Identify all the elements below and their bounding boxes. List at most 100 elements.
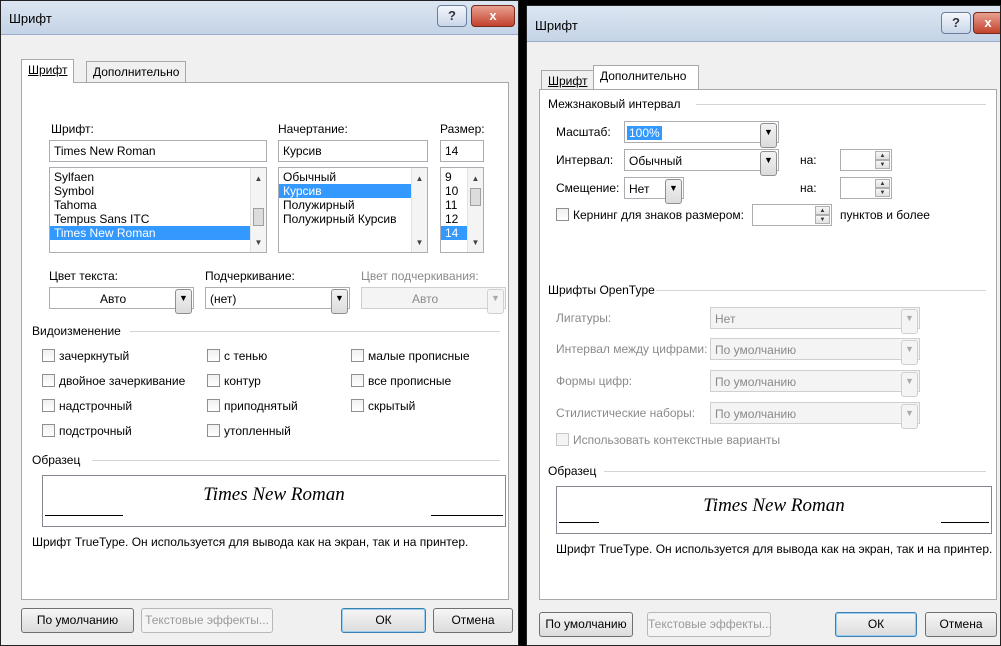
font-label: Шрифт: bbox=[51, 122, 94, 136]
size-list-item-selected[interactable]: 14 bbox=[441, 226, 467, 240]
close-button[interactable]: x bbox=[471, 5, 515, 27]
shadow-label: с тенью bbox=[224, 349, 268, 363]
subscript-checkbox[interactable]: подстрочный bbox=[42, 424, 132, 438]
all-caps-checkbox[interactable]: все прописные bbox=[351, 374, 451, 388]
superscript-checkbox[interactable]: надстрочный bbox=[42, 399, 132, 413]
text-color-select[interactable]: Авто ▼ bbox=[49, 287, 194, 314]
font-description: Шрифт TrueType. Он используется для выво… bbox=[32, 535, 469, 549]
hidden-label: скрытый bbox=[368, 399, 416, 413]
checkbox-icon bbox=[207, 374, 220, 387]
small-caps-checkbox[interactable]: малые прописные bbox=[351, 349, 470, 363]
scroll-down-icon[interactable]: ▼ bbox=[412, 236, 427, 250]
font-list[interactable]: Sylfaen Symbol Tahoma Tempus Sans ITC Ti… bbox=[49, 167, 267, 253]
ligatures-label: Лигатуры: bbox=[556, 311, 612, 325]
chevron-down-icon[interactable]: ▼ bbox=[760, 123, 777, 148]
sample-preview: Times New Roman bbox=[42, 475, 506, 527]
scroll-down-icon[interactable]: ▼ bbox=[468, 236, 483, 250]
style-list[interactable]: Обычный Курсив Полужирный Полужирный Кур… bbox=[278, 167, 428, 253]
style-list-item[interactable]: Полужирный bbox=[279, 198, 427, 212]
style-list-item-selected[interactable]: Курсив bbox=[279, 184, 411, 198]
chevron-down-icon[interactable]: ▼ bbox=[175, 289, 192, 314]
sample-line-right bbox=[941, 522, 989, 523]
chevron-down-icon[interactable]: ▼ bbox=[331, 289, 348, 314]
help-button[interactable]: ? bbox=[941, 12, 971, 34]
style-input[interactable]: Курсив bbox=[278, 140, 428, 162]
text-effects-button: Текстовые эффекты... bbox=[141, 608, 273, 633]
tab-advanced[interactable]: Дополнительно bbox=[593, 65, 699, 89]
outline-label: контур bbox=[224, 374, 261, 388]
size-input[interactable]: 14 bbox=[440, 140, 484, 162]
stylistic-sets-select: По умолчанию ▼ bbox=[710, 402, 920, 429]
opentype-section-title: Шрифты OpenType bbox=[548, 283, 655, 297]
font-list-item[interactable]: Tempus Sans ITC bbox=[50, 212, 266, 226]
font-name-input[interactable]: Times New Roman bbox=[49, 140, 267, 162]
set-default-button[interactable]: По умолчанию bbox=[539, 612, 633, 637]
offset-value: Нет bbox=[629, 182, 650, 196]
checkbox-icon bbox=[207, 424, 220, 437]
tab-panel: Межзнаковый интервал Масштаб: 100% ▼ Инт… bbox=[539, 89, 997, 600]
underline-select[interactable]: (нет) ▼ bbox=[205, 287, 350, 314]
font-dialog-advanced-tab: Шрифт ? x Шрифт Дополнительно Межзнаковы… bbox=[526, 5, 1001, 646]
set-default-button[interactable]: По умолчанию bbox=[21, 608, 134, 633]
scroll-up-icon[interactable]: ▲ bbox=[412, 172, 427, 186]
style-list-scrollbar[interactable]: ▲ ▼ bbox=[411, 168, 427, 252]
outline-checkbox[interactable]: контур bbox=[207, 374, 261, 388]
scroll-up-icon[interactable]: ▲ bbox=[468, 172, 483, 186]
scroll-thumb[interactable] bbox=[253, 208, 264, 226]
chevron-down-icon: ▼ bbox=[487, 289, 504, 314]
cancel-button[interactable]: Отмена bbox=[433, 608, 513, 633]
spin-up-icon[interactable]: ▲ bbox=[875, 179, 890, 188]
stylistic-sets-value: По умолчанию bbox=[715, 407, 797, 421]
emboss-checkbox[interactable]: приподнятый bbox=[207, 399, 298, 413]
offset-select[interactable]: Нет ▼ bbox=[624, 177, 684, 204]
engrave-checkbox[interactable]: утопленный bbox=[207, 424, 291, 438]
font-list-scrollbar[interactable]: ▲ ▼ bbox=[250, 168, 266, 252]
offset-amount-spinner[interactable]: ▲ ▼ bbox=[840, 177, 892, 199]
spin-down-icon[interactable]: ▼ bbox=[815, 215, 830, 224]
cancel-button[interactable]: Отмена bbox=[925, 612, 997, 637]
kerning-checkbox[interactable]: Кернинг для знаков размером: bbox=[556, 208, 744, 222]
scale-label: Масштаб: bbox=[556, 125, 611, 139]
font-list-item[interactable]: Tahoma bbox=[50, 198, 266, 212]
style-list-item[interactable]: Полужирный Курсив bbox=[279, 212, 427, 226]
double-strikethrough-checkbox[interactable]: двойное зачеркивание bbox=[42, 374, 185, 388]
help-button[interactable]: ? bbox=[437, 5, 467, 27]
chevron-down-icon[interactable]: ▼ bbox=[665, 179, 682, 204]
spin-down-icon[interactable]: ▼ bbox=[875, 188, 890, 197]
font-list-item[interactable]: Symbol bbox=[50, 184, 266, 198]
interval-amount-spinner[interactable]: ▲ ▼ bbox=[840, 149, 892, 171]
sample-section-title: Образец bbox=[32, 453, 81, 467]
chevron-down-icon[interactable]: ▼ bbox=[760, 151, 777, 176]
kerning-label: Кернинг для знаков размером: bbox=[573, 208, 744, 222]
ok-button[interactable]: ОК bbox=[835, 612, 917, 637]
double-strikethrough-label: двойное зачеркивание bbox=[59, 374, 186, 388]
spin-up-icon[interactable]: ▲ bbox=[815, 206, 830, 215]
font-list-item[interactable]: Sylfaen bbox=[50, 170, 266, 184]
underline-label: Подчеркивание: bbox=[205, 269, 295, 283]
scroll-thumb[interactable] bbox=[470, 188, 481, 206]
shadow-checkbox[interactable]: с тенью bbox=[207, 349, 267, 363]
scale-select[interactable]: 100% ▼ bbox=[624, 121, 779, 148]
tab-font[interactable]: Шрифт bbox=[21, 59, 75, 83]
kerning-suffix-label: пунктов и более bbox=[840, 208, 930, 222]
interval-by-label: на: bbox=[800, 153, 817, 167]
checkbox-icon bbox=[42, 349, 55, 362]
interval-select[interactable]: Обычный ▼ bbox=[624, 149, 779, 176]
chevron-down-icon: ▼ bbox=[901, 404, 918, 429]
ok-button[interactable]: ОК bbox=[341, 608, 426, 633]
tab-advanced[interactable]: Дополнительно bbox=[86, 61, 187, 83]
scroll-down-icon[interactable]: ▼ bbox=[251, 236, 266, 250]
strikethrough-checkbox[interactable]: зачеркнутый bbox=[42, 349, 129, 363]
close-button[interactable]: x bbox=[973, 12, 1000, 34]
spacing-section-title: Межзнаковый интервал bbox=[548, 97, 681, 111]
font-list-item-selected[interactable]: Times New Roman bbox=[50, 226, 250, 240]
size-list-scrollbar[interactable]: ▲ ▼ bbox=[467, 168, 483, 252]
style-list-item[interactable]: Обычный bbox=[279, 170, 427, 184]
kerning-size-spinner[interactable]: ▲ ▼ bbox=[752, 204, 832, 226]
spin-down-icon[interactable]: ▼ bbox=[875, 160, 890, 169]
hidden-checkbox[interactable]: скрытый bbox=[351, 399, 415, 413]
scroll-up-icon[interactable]: ▲ bbox=[251, 172, 266, 186]
interval-label: Интервал: bbox=[556, 153, 614, 167]
size-list[interactable]: 9 10 11 12 14 ▲ ▼ bbox=[440, 167, 484, 253]
spin-up-icon[interactable]: ▲ bbox=[875, 151, 890, 160]
